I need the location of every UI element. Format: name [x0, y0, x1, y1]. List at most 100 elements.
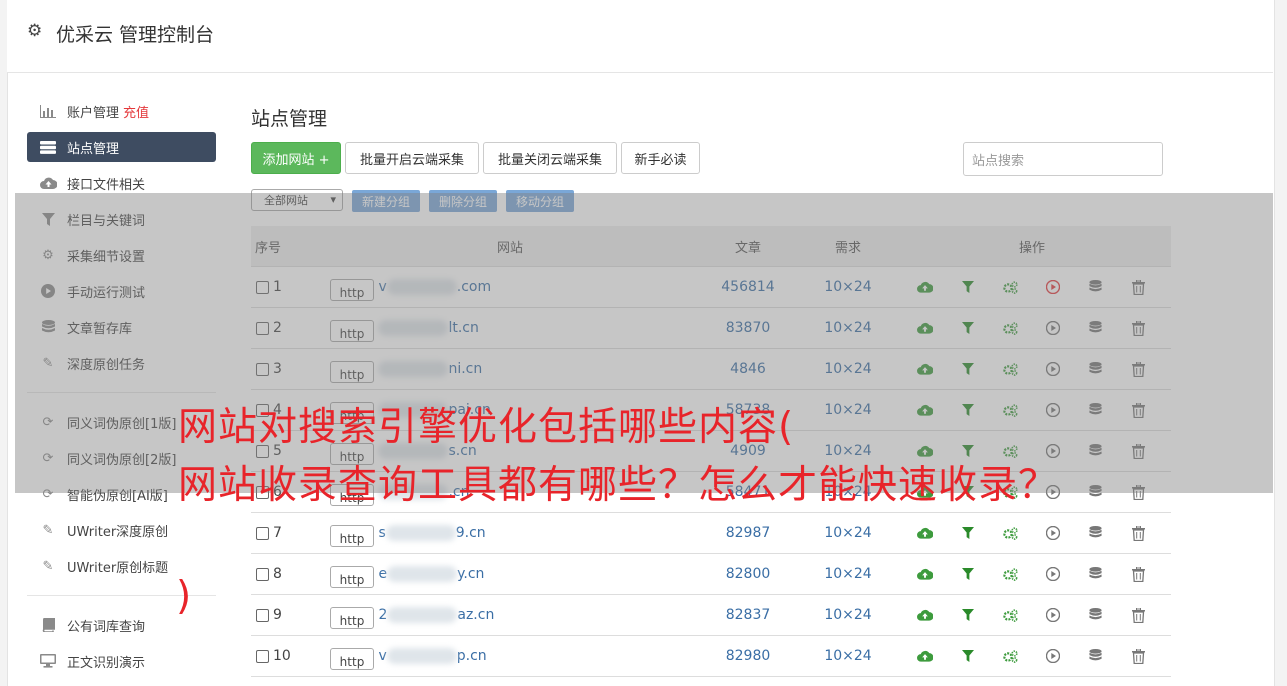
play-circle-icon[interactable] [1044, 606, 1062, 624]
sidebar-item-label: 正文识别演示 [67, 655, 146, 671]
sidebar-item-text-recognition[interactable]: 正文识别演示 [27, 646, 216, 676]
site-suffix[interactable]: p.cn [457, 648, 487, 664]
site-prefix[interactable]: 2 [378, 607, 387, 623]
row-checkbox[interactable] [256, 567, 269, 581]
row-site-cell: http e y.cn [329, 553, 693, 595]
site-suffix[interactable]: az.cn [457, 607, 494, 623]
row-checkbox[interactable] [256, 649, 269, 663]
row-checkbox[interactable] [256, 608, 269, 622]
row-demand: 10×24 [803, 553, 893, 595]
sidebar-item-label: 站点管理 [67, 141, 120, 157]
row-no-cell: 10 [251, 635, 329, 677]
watermark-line-1: 网站对搜索引擎优化包括哪些内容( [178, 405, 795, 450]
row-no: 10 [273, 648, 291, 664]
app-title: 优采云 管理控制台 [56, 24, 215, 46]
database-icon[interactable] [1087, 606, 1105, 624]
server-icon [39, 140, 57, 154]
trash-icon[interactable] [1130, 565, 1148, 583]
site-suffix[interactable]: 9.cn [456, 525, 486, 541]
play-circle-icon[interactable] [1044, 647, 1062, 665]
http-badge[interactable]: http [330, 607, 374, 629]
row-no: 7 [273, 525, 282, 541]
site-search-input[interactable]: 站点搜索 [963, 142, 1163, 176]
cloud-upload-icon[interactable] [916, 606, 934, 624]
recharge-link[interactable]: 充值 [123, 102, 149, 121]
sidebar-item-label: 账户管理 [67, 105, 120, 121]
filter-icon[interactable] [959, 524, 977, 542]
table-row: 7 http s 9.cn 82987 10×24 [251, 512, 1171, 554]
cloud-upload-icon[interactable] [916, 565, 934, 583]
row-articles: 82980 [693, 635, 803, 677]
watermark-line-3: ) [176, 574, 193, 619]
sidebar-item-site-management[interactable]: 站点管理 [27, 132, 216, 162]
gear-icon[interactable]: ⚙ [27, 22, 45, 40]
row-ops-cell [893, 512, 1171, 554]
cloud-upload-icon [39, 176, 57, 190]
row-site-cell: http 2 az.cn [329, 594, 693, 636]
http-badge[interactable]: http [330, 525, 374, 547]
row-demand: 10×24 [803, 594, 893, 636]
sidebar-item-uwriter-deep[interactable]: ✎ UWriter深度原创 [27, 515, 216, 545]
filter-icon[interactable] [959, 606, 977, 624]
row-ops-cell [893, 553, 1171, 595]
beginner-guide-button[interactable]: 新手必读 [621, 142, 700, 174]
edit-icon: ✎ [42, 558, 54, 574]
play-circle-icon[interactable] [1044, 565, 1062, 583]
row-no: 9 [273, 607, 282, 623]
gears-icon[interactable] [1002, 647, 1020, 665]
site-prefix[interactable]: s [378, 525, 385, 541]
row-articles: 82987 [693, 512, 803, 554]
trash-icon[interactable] [1130, 524, 1148, 542]
bar-chart-icon [39, 104, 57, 118]
batch-open-cloud-button[interactable]: 批量开启云端采集 [345, 142, 479, 174]
row-site-cell: http s 9.cn [329, 512, 693, 554]
table-row: 8 http e y.cn 82800 10×24 [251, 553, 1171, 595]
page-title: 站点管理 [251, 108, 328, 130]
row-ops-cell [893, 594, 1171, 636]
site-prefix[interactable]: e [378, 566, 387, 582]
http-badge[interactable]: http [330, 648, 374, 670]
cloud-upload-icon[interactable] [916, 524, 934, 542]
row-no-cell: 8 [251, 553, 329, 595]
add-site-button[interactable]: 添加网站 + [251, 142, 341, 174]
sidebar-item-label: 公有词库查询 [67, 619, 146, 635]
row-articles: 82800 [693, 553, 803, 595]
row-no-cell: 9 [251, 594, 329, 636]
sidebar-item-label: UWriter原创标题 [67, 560, 169, 576]
trash-icon[interactable] [1130, 606, 1148, 624]
row-checkbox[interactable] [256, 526, 269, 540]
monitor-icon [39, 654, 57, 668]
gears-icon[interactable] [1002, 606, 1020, 624]
database-icon[interactable] [1087, 524, 1105, 542]
watermark-line-2: 网站收录查询工具都有哪些？怎么才能快速收录？ [178, 463, 1059, 508]
trash-icon[interactable] [1130, 647, 1148, 665]
batch-close-cloud-button[interactable]: 批量关闭云端采集 [483, 142, 617, 174]
redacted-blur [386, 648, 457, 664]
row-articles: 82837 [693, 594, 803, 636]
database-icon[interactable] [1087, 565, 1105, 583]
gears-icon[interactable] [1002, 565, 1020, 583]
sidebar-item-label: 接口文件相关 [67, 177, 146, 193]
redacted-blur [387, 607, 458, 623]
sidebar-item-account[interactable]: 账户管理 充值 [27, 96, 216, 126]
edit-icon: ✎ [42, 522, 54, 538]
gears-icon[interactable] [1002, 524, 1020, 542]
row-ops-cell [893, 635, 1171, 677]
site-suffix[interactable]: y.cn [457, 566, 484, 582]
http-badge[interactable]: http [330, 566, 374, 588]
redacted-blur [385, 525, 456, 541]
database-icon[interactable] [1087, 647, 1105, 665]
app-header: ⚙ 优采云 管理控制台 [7, 0, 1273, 73]
play-circle-icon[interactable] [1044, 524, 1062, 542]
row-no-cell: 7 [251, 512, 329, 554]
cloud-upload-icon[interactable] [916, 647, 934, 665]
row-no: 8 [273, 566, 282, 582]
book-icon [39, 618, 57, 632]
site-prefix[interactable]: v [378, 648, 386, 664]
row-demand: 10×24 [803, 512, 893, 554]
redacted-blur [387, 566, 458, 582]
table-row: 9 http 2 az.cn 82837 10×24 [251, 594, 1171, 636]
row-site-cell: http v p.cn [329, 635, 693, 677]
filter-icon[interactable] [959, 647, 977, 665]
filter-icon[interactable] [959, 565, 977, 583]
